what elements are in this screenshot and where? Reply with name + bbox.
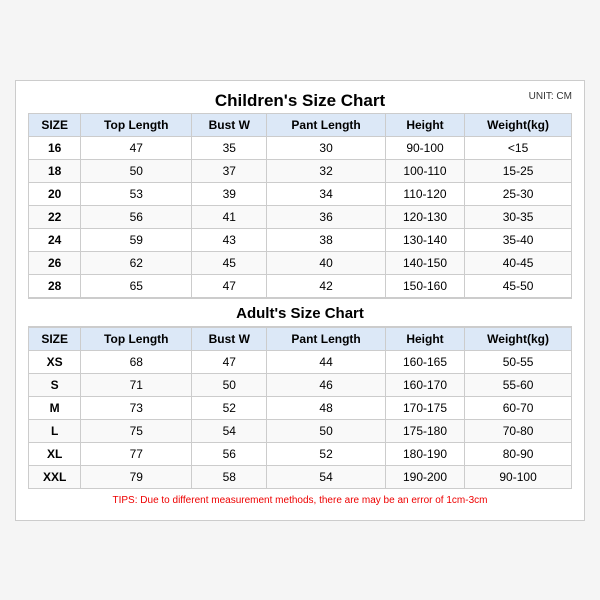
adult-header-row: SIZE Top Length Bust W Pant Length Heigh…	[29, 327, 572, 350]
table-row: XS684744160-16550-55	[29, 350, 572, 373]
col-header-height: Height	[385, 113, 464, 136]
table-row: 20533934110-12025-30	[29, 182, 572, 205]
tips-table: TIPS: Due to different measurement metho…	[28, 489, 572, 510]
adult-section-table: Adult's Size Chart	[28, 298, 572, 327]
adult-section-title-row: Adult's Size Chart	[28, 298, 572, 326]
col-header-weight: Weight(kg)	[465, 113, 572, 136]
chart-container: Children's Size Chart UNIT: CM SIZE Top …	[15, 80, 585, 521]
unit-label: UNIT: CM	[529, 91, 572, 102]
table-row: 24594338130-14035-40	[29, 228, 572, 251]
table-row: L755450175-18070-80	[29, 419, 572, 442]
tips-text: TIPS: Due to different measurement metho…	[28, 489, 572, 510]
children-table: SIZE Top Length Bust W Pant Length Heigh…	[28, 113, 572, 298]
table-row: 22564136120-13030-35	[29, 205, 572, 228]
adult-col-height: Height	[385, 327, 464, 350]
adult-col-top-length: Top Length	[81, 327, 192, 350]
children-tbody: 1647353090-100<1518503732100-11015-25205…	[29, 136, 572, 297]
table-row: S715046160-17055-60	[29, 373, 572, 396]
adult-col-size: SIZE	[29, 327, 81, 350]
table-row: XL775652180-19080-90	[29, 442, 572, 465]
table-row: 28654742150-16045-50	[29, 274, 572, 297]
table-row: 1647353090-100<15	[29, 136, 572, 159]
col-header-size: SIZE	[29, 113, 81, 136]
table-row: M735248170-17560-70	[29, 396, 572, 419]
adult-col-pant-length: Pant Length	[267, 327, 386, 350]
adult-tbody: XS684744160-16550-55S715046160-17055-60M…	[29, 350, 572, 488]
col-header-bust-w: Bust W	[192, 113, 267, 136]
col-header-top-length: Top Length	[81, 113, 192, 136]
children-header-row: SIZE Top Length Bust W Pant Length Heigh…	[29, 113, 572, 136]
main-title: Children's Size Chart UNIT: CM	[28, 91, 572, 111]
adult-section-title: Adult's Size Chart	[28, 298, 572, 326]
table-row: XXL795854190-20090-100	[29, 465, 572, 488]
adult-col-weight: Weight(kg)	[465, 327, 572, 350]
adult-col-bust-w: Bust W	[192, 327, 267, 350]
col-header-pant-length: Pant Length	[267, 113, 386, 136]
tips-row: TIPS: Due to different measurement metho…	[28, 489, 572, 510]
children-section-title: Children's Size Chart	[215, 91, 385, 110]
table-row: 26624540140-15040-45	[29, 251, 572, 274]
adult-table: SIZE Top Length Bust W Pant Length Heigh…	[28, 327, 572, 489]
table-row: 18503732100-11015-25	[29, 159, 572, 182]
